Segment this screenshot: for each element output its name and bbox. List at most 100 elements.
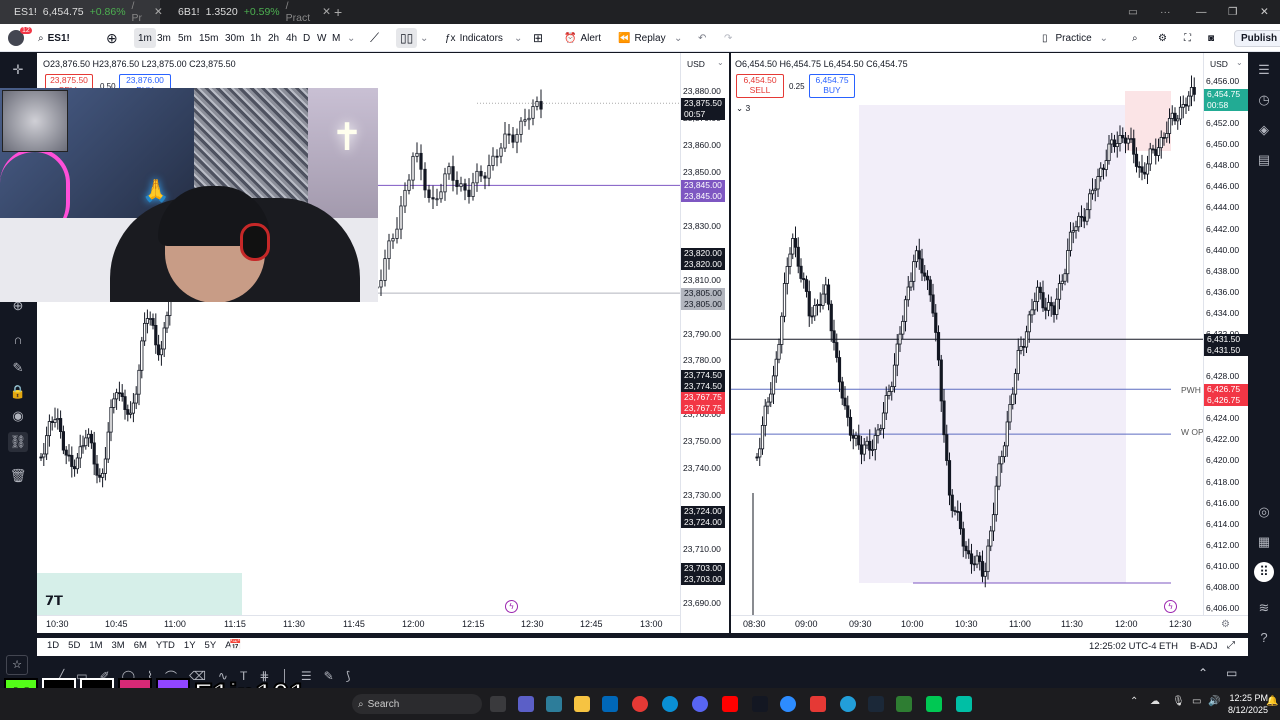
indicators-button[interactable]: ƒx Indicators	[445, 24, 503, 52]
lightning-icon[interactable]: ϟ	[1164, 600, 1177, 613]
tradingview-taskbar-icon[interactable]	[752, 696, 768, 712]
chevron-down-icon[interactable]: ⌄	[717, 58, 724, 67]
magnet-icon[interactable]: ∩	[8, 330, 28, 350]
eye-icon[interactable]: ◉	[8, 406, 28, 426]
symbol-search[interactable]: ⌕ ES1!	[38, 24, 70, 52]
alert-button[interactable]: ⏰ Alert	[564, 24, 601, 52]
maximize-icon[interactable]: ❐	[1220, 0, 1245, 24]
range-button-1y[interactable]: 1Y	[184, 640, 196, 651]
more-dots-icon[interactable]: ···	[1152, 0, 1179, 24]
right-time-axis[interactable]: 08:30 09:00 09:30 10:00 10:30 11:00 11:30 12:00…	[731, 615, 1248, 633]
replay-button[interactable]: ⏪ Replay	[618, 24, 666, 52]
expand-icon[interactable]: ⤢	[1227, 640, 1235, 651]
link-icon[interactable]: ⛓	[8, 432, 28, 452]
candles-icon[interactable]: ▯▯	[396, 28, 418, 48]
tray-chevron-up-icon[interactable]: ⌃	[1130, 696, 1138, 707]
range-button-5y[interactable]: 5Y	[205, 640, 217, 651]
utc-clock[interactable]: 12:25:02 UTC-4	[1089, 641, 1157, 652]
steam-icon[interactable]	[868, 696, 884, 712]
new-tab-button[interactable]: +	[326, 0, 346, 24]
copilot-icon[interactable]	[546, 696, 562, 712]
discord-icon[interactable]	[692, 696, 708, 712]
range-button-ytd[interactable]: YTD	[156, 640, 175, 651]
settings-gear-icon[interactable]: ⚙	[1158, 24, 1167, 52]
settings-gear-icon[interactable]: ⚙	[1221, 619, 1230, 630]
range-button-1d[interactable]: 1D	[47, 640, 59, 651]
range-button-6m[interactable]: 6M	[134, 640, 147, 651]
calendar-icon[interactable]: ▦	[1254, 532, 1274, 552]
interval-w[interactable]: W	[317, 24, 326, 52]
layouts-grid-icon[interactable]: ⊞	[533, 24, 543, 52]
minimize-icon[interactable]: —	[1188, 0, 1215, 24]
interval-3m[interactable]: 3m	[157, 24, 171, 52]
interval-5m[interactable]: 5m	[178, 24, 192, 52]
fullscreen-icon[interactable]: ⛶	[1184, 24, 1191, 52]
lightning-icon[interactable]: ϟ	[505, 600, 518, 613]
favorites-star-icon[interactable]: ☆	[6, 655, 28, 675]
compare-add-icon[interactable]: ⊕	[106, 24, 118, 52]
user-avatar[interactable]: 12	[8, 24, 32, 52]
indicator-toggle[interactable]: ⌄ 3	[736, 103, 750, 114]
youtube-icon[interactable]	[722, 696, 738, 712]
camera-snapshot-icon[interactable]: ◙	[1208, 24, 1214, 52]
interval-1h[interactable]: 1h	[250, 24, 261, 52]
browser-tab-6b1[interactable]: 6B1! 1.3520 +0.59% / Pract ✕	[164, 0, 331, 24]
right-buy-button[interactable]: 6,454.75 BUY	[809, 74, 855, 98]
left-time-axis[interactable]: 10:30 10:45 11:00 11:15 11:30 11:45 12:00 12:15…	[37, 615, 680, 633]
mic-icon[interactable]: 🎙	[1172, 696, 1185, 707]
telegram-icon[interactable]	[840, 696, 856, 712]
interval-1m[interactable]: 1m	[134, 28, 156, 48]
app-teal-icon[interactable]	[956, 696, 972, 712]
chrome-icon[interactable]	[632, 696, 648, 712]
lock-icon[interactable]: 🔒	[8, 382, 28, 402]
notes-icon[interactable]	[926, 696, 942, 712]
task-view-icon[interactable]	[490, 696, 506, 712]
teams-icon[interactable]	[518, 696, 534, 712]
date-range-calendar-icon[interactable]: 📅	[229, 640, 241, 651]
edge-icon[interactable]	[662, 696, 678, 712]
app-green-icon[interactable]	[896, 696, 912, 712]
publish-button[interactable]: Publish	[1234, 24, 1280, 52]
monitor-icon[interactable]: ▭	[1192, 696, 1201, 707]
pattern-icon[interactable]: ⟆	[346, 669, 351, 683]
right-chart-pane[interactable]: O6,454.50 H6,454.75 L6,454.50 C6,454.75 …	[731, 53, 1248, 633]
chevron-down-icon[interactable]: ⌄	[420, 24, 428, 52]
range-button-5d[interactable]: 5D	[68, 640, 80, 651]
taskbar-search[interactable]: ⌕ Search	[352, 694, 482, 714]
chat-icon[interactable]: ▤	[1254, 150, 1274, 170]
range-button-3m[interactable]: 3M	[112, 640, 125, 651]
measure-icon[interactable]: ✎	[324, 669, 334, 683]
target-icon[interactable]: ◎	[1254, 502, 1274, 522]
app-red-icon[interactable]	[810, 696, 826, 712]
taskbar-clock[interactable]: 12:25 PM 8/12/2025	[1228, 692, 1268, 716]
zoom-icon[interactable]	[780, 696, 796, 712]
signal-icon[interactable]: ≋	[1254, 598, 1274, 618]
range-button-1m[interactable]: 1M	[89, 640, 102, 651]
crosshair-icon[interactable]: ✛	[8, 60, 28, 80]
browser-tab-es1[interactable]: ES1! 6,454.75 +0.86% / Pr ✕	[0, 0, 163, 24]
undo-icon[interactable]: ↶	[698, 24, 706, 52]
cloud-icon[interactable]: ☁	[1150, 696, 1160, 707]
layers-icon[interactable]: ◈	[1254, 120, 1274, 140]
store-icon[interactable]	[602, 696, 618, 712]
help-icon[interactable]: ?	[1254, 628, 1274, 648]
chevron-down-icon[interactable]: ⌄	[514, 24, 522, 52]
maximize-panel-icon[interactable]: ▭	[1226, 666, 1237, 680]
chevron-down-icon[interactable]: ⌄	[674, 24, 682, 52]
chevron-down-icon[interactable]: ⌄	[347, 24, 355, 52]
apps-grid-icon[interactable]: ⠿	[1254, 562, 1274, 582]
interval-2h[interactable]: 2h	[268, 24, 279, 52]
interval-30m[interactable]: 30m	[225, 24, 244, 52]
notification-bell-icon[interactable]: 🔔	[1266, 696, 1278, 707]
chevron-down-icon[interactable]: ⌄	[1236, 58, 1243, 67]
practice-account[interactable]: ▯ Practice ⌄	[1042, 24, 1108, 52]
volume-icon[interactable]: 🔊	[1208, 696, 1220, 707]
close-window-icon[interactable]: ✕	[1252, 0, 1277, 24]
interval-m[interactable]: M	[332, 24, 340, 52]
file-explorer-icon[interactable]	[574, 696, 590, 712]
pencil-lock-icon[interactable]: ✎	[8, 358, 28, 378]
line-chart-icon[interactable]: ⟋	[370, 24, 379, 52]
interval-15m[interactable]: 15m	[199, 24, 218, 52]
interval-d[interactable]: D	[303, 24, 310, 52]
left-price-axis[interactable]: USD ⌄ 23,880.0023,870.0023,860.0023,850.…	[680, 53, 729, 633]
